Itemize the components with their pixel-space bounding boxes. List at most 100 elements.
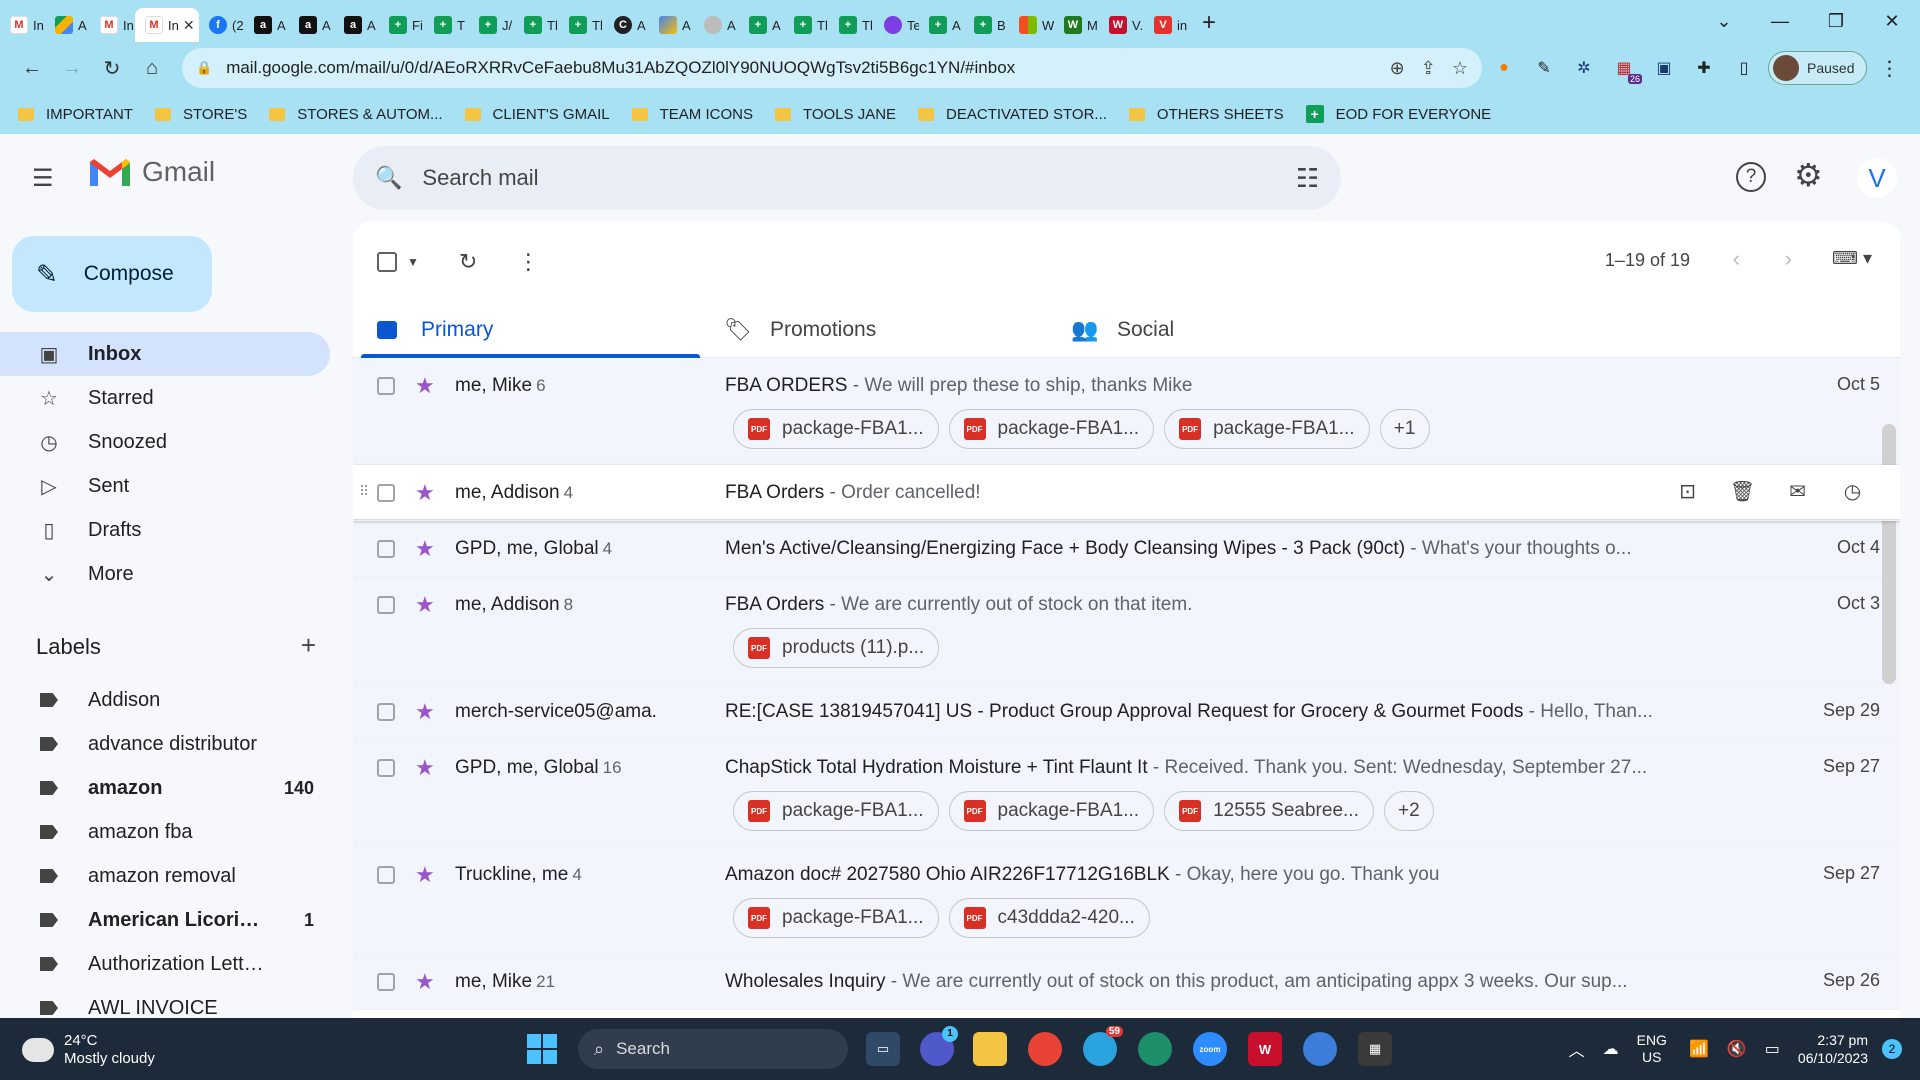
close-tab-icon[interactable]: ✕: [183, 17, 195, 34]
row-checkbox[interactable]: [377, 865, 395, 884]
extension-tools-icon[interactable]: ✎: [1526, 50, 1562, 86]
settings-gear-icon[interactable]: ⚙: [1794, 156, 1823, 194]
row-checkbox[interactable]: [377, 758, 395, 777]
bookmark-folder[interactable]: STORE'S: [154, 106, 247, 123]
task-view-icon[interactable]: ▭: [866, 1032, 900, 1066]
wps-office-icon[interactable]: W: [1248, 1032, 1282, 1066]
browser-tab[interactable]: + Tl: [514, 8, 559, 42]
sidebar-item-inbox[interactable]: ▣ Inbox: [0, 332, 330, 376]
attachment-chip[interactable]: PDF package-FBA1...: [948, 791, 1155, 831]
label-item[interactable]: Addison: [0, 678, 330, 722]
older-page-icon[interactable]: ›: [1785, 246, 1792, 272]
wifi-icon[interactable]: 📶: [1689, 1039, 1709, 1059]
extension-calendar-icon[interactable]: ▦ 26: [1606, 50, 1642, 86]
telegram-icon[interactable]: 59: [1083, 1026, 1123, 1066]
weather-widget[interactable]: 24°C Mostly cloudy: [22, 1032, 155, 1068]
browser-tab[interactable]: W V.: [1099, 8, 1144, 42]
back-button[interactable]: ←: [12, 57, 52, 80]
browser-tab[interactable]: + J/: [469, 8, 514, 42]
browser-tab[interactable]: + Tl: [784, 8, 829, 42]
refresh-icon[interactable]: ↻: [459, 249, 477, 275]
label-item[interactable]: amazon removal: [0, 854, 330, 898]
star-icon[interactable]: ★: [415, 699, 439, 725]
browser-tab-active[interactable]: M In ✕: [135, 8, 199, 42]
main-menu-icon[interactable]: ☰: [32, 164, 54, 193]
mark-unread-icon[interactable]: ✉: [1770, 479, 1825, 504]
browser-tab[interactable]: + Tl: [559, 8, 604, 42]
browser-tab[interactable]: M In: [90, 8, 135, 42]
sidebar-item-drafts[interactable]: ▯ Drafts: [0, 508, 330, 552]
browser-tab[interactable]: A: [45, 8, 90, 42]
close-window-button[interactable]: ✕: [1864, 11, 1920, 32]
compose-button[interactable]: ✎ Compose: [12, 236, 212, 312]
label-item[interactable]: American Licorice... 1: [0, 898, 330, 942]
label-item[interactable]: amazon fba: [0, 810, 330, 854]
newer-page-icon[interactable]: ‹: [1733, 246, 1740, 272]
browser-tab[interactable]: M In: [0, 8, 45, 42]
snooze-icon[interactable]: ◷: [1825, 479, 1880, 504]
extension-gear-icon[interactable]: ✲: [1566, 50, 1602, 86]
side-panel-icon[interactable]: ▯: [1726, 50, 1762, 86]
delete-icon[interactable]: 🗑: [1715, 479, 1770, 504]
tab-social[interactable]: 👥 Social: [1047, 302, 1394, 357]
star-icon[interactable]: ★: [415, 536, 439, 562]
star-icon[interactable]: ★: [415, 480, 439, 506]
browser-tab[interactable]: + A: [919, 8, 964, 42]
gmail-logo[interactable]: Gmail: [88, 156, 215, 188]
sidebar-item-more[interactable]: ⌄ More: [0, 552, 330, 596]
bookmark-folder[interactable]: IMPORTANT: [18, 106, 133, 123]
bookmark-folder[interactable]: STORES & AUTOM...: [269, 106, 443, 123]
bookmark-folder[interactable]: DEACTIVATED STOR...: [918, 106, 1107, 123]
search-options-icon[interactable]: ☷: [1296, 163, 1319, 194]
row-checkbox[interactable]: [377, 702, 395, 721]
clock[interactable]: 2:37 pm 06/10/2023: [1798, 1031, 1868, 1067]
search-icon[interactable]: 🔍: [375, 165, 402, 191]
star-icon[interactable]: ★: [415, 755, 439, 781]
bookmark-folder[interactable]: TOOLS JANE: [774, 106, 896, 123]
browser-tab[interactable]: aA: [334, 8, 379, 42]
sidebar-item-sent[interactable]: ▷ Sent: [0, 464, 330, 508]
browser-tab[interactable]: Vin: [1144, 8, 1189, 42]
onedrive-icon[interactable]: ☁: [1603, 1039, 1619, 1059]
reload-button[interactable]: ↻: [92, 56, 132, 81]
select-dropdown-icon[interactable]: ▼: [407, 255, 419, 269]
browser-tab[interactable]: A: [694, 8, 739, 42]
add-label-icon[interactable]: +: [301, 630, 316, 661]
tab-search-icon[interactable]: ⌄: [1696, 11, 1752, 32]
more-attachments-chip[interactable]: +1: [1379, 409, 1430, 449]
start-button[interactable]: [527, 1034, 557, 1064]
attachment-chip[interactable]: PDF package-FBA1...: [733, 409, 939, 449]
attachment-chip[interactable]: PDF package-FBA1...: [733, 898, 939, 938]
new-tab-button[interactable]: +: [1189, 9, 1229, 37]
browser-tab[interactable]: + Tl: [829, 8, 874, 42]
row-checkbox[interactable]: [377, 595, 395, 614]
bookmark-star-icon[interactable]: ☆: [1452, 58, 1468, 79]
notification-badge[interactable]: 2: [1882, 1039, 1902, 1059]
bookmark-folder[interactable]: CLIENT'S GMAIL: [464, 106, 610, 123]
label-item[interactable]: Authorization Letters: [0, 942, 330, 986]
browser-tab[interactable]: aA: [289, 8, 334, 42]
table-row[interactable]: ★ me, Addison 8 FBA Orders - We are current…: [353, 577, 1900, 684]
table-row[interactable]: ★ merch-service05@ama. RE:[CASE 1381945704…: [353, 684, 1900, 740]
label-item[interactable]: advance distributor: [0, 722, 330, 766]
zoom-icon[interactable]: ⊕: [1390, 58, 1405, 79]
extension-grid-icon[interactable]: ▣: [1646, 50, 1682, 86]
table-row[interactable]: ★ Truckline, me 4 Amazon doc# 2027580 Ohio …: [353, 847, 1900, 954]
tab-promotions[interactable]: 🏷 Promotions: [700, 302, 1047, 357]
language-indicator[interactable]: ENG US: [1637, 1032, 1667, 1066]
help-icon[interactable]: ?: [1736, 162, 1766, 192]
attachment-chip[interactable]: PDF package-FBA1...: [733, 791, 939, 831]
chrome-icon[interactable]: [1028, 1032, 1062, 1066]
row-checkbox[interactable]: [377, 376, 395, 395]
zoom-app-icon[interactable]: zoom: [1193, 1032, 1227, 1066]
tab-primary[interactable]: Primary: [353, 302, 700, 358]
restore-button[interactable]: ❐: [1808, 11, 1864, 32]
sidebar-item-snoozed[interactable]: ◷ Snoozed: [0, 420, 330, 464]
calculator-icon[interactable]: ▦: [1358, 1032, 1392, 1066]
select-all-checkbox[interactable]: [377, 252, 397, 272]
bookmark-item[interactable]: + EOD FOR EVERYONE: [1305, 105, 1491, 123]
omnibox[interactable]: 🔒 mail.google.com/mail/u/0/d/AEoRXRRvCeF…: [182, 48, 1482, 88]
attachment-chip[interactable]: PDF package-FBA1...: [948, 409, 1155, 449]
home-button[interactable]: ⌂: [132, 57, 172, 80]
browser-tab[interactable]: + A: [739, 8, 784, 42]
